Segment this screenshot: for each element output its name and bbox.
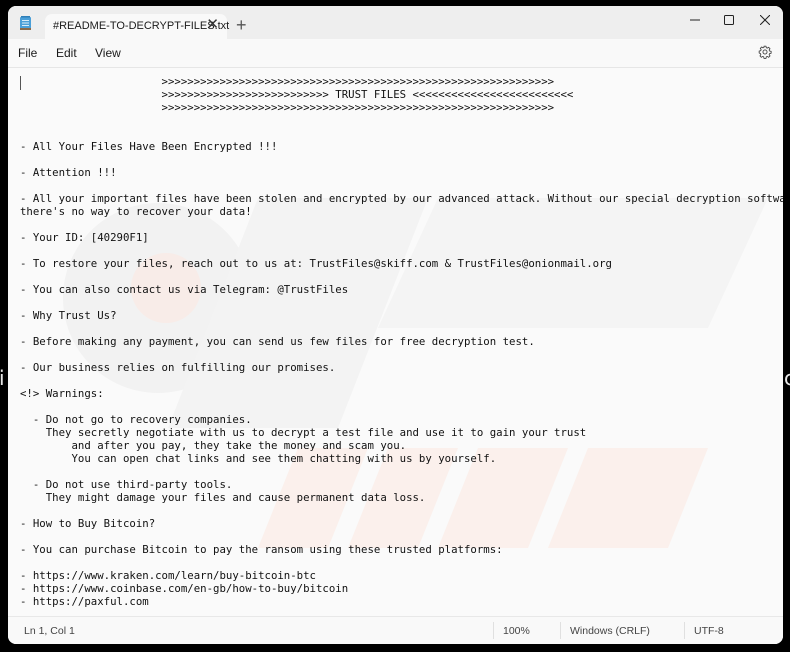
notepad-window: #README-TO-DECRYPT-FILES.txt ✕ + File Ed… bbox=[8, 6, 783, 644]
text-line bbox=[20, 244, 783, 257]
text-line: - You can also contact us via Telegram: … bbox=[20, 283, 349, 296]
text-editor[interactable]: >>>>>>>>>>>>>>>>>>>>>>>>>>>>>>>>>>>>>>>>… bbox=[8, 68, 783, 616]
zoom-level[interactable]: 100% bbox=[503, 625, 530, 637]
minimize-button[interactable] bbox=[678, 6, 712, 34]
text-line: - Do not go to recovery companies. bbox=[20, 413, 252, 426]
text-line bbox=[20, 296, 783, 309]
tab-readme[interactable]: #README-TO-DECRYPT-FILES.txt ✕ bbox=[45, 14, 230, 40]
text-line: - Attention !!! bbox=[20, 166, 117, 179]
close-tab-icon[interactable]: ✕ bbox=[206, 17, 219, 33]
text-line bbox=[20, 530, 783, 543]
text-line bbox=[20, 153, 783, 166]
text-line bbox=[20, 179, 783, 192]
text-line: <!> Warnings: bbox=[20, 387, 104, 400]
status-divider bbox=[684, 622, 685, 639]
text-line bbox=[20, 218, 783, 231]
text-line bbox=[20, 114, 783, 127]
title-bar[interactable]: #README-TO-DECRYPT-FILES.txt ✕ + bbox=[8, 6, 783, 40]
menu-edit[interactable]: Edit bbox=[56, 46, 77, 60]
text-line: - Why Trust Us? bbox=[20, 309, 117, 322]
new-tab-button[interactable]: + bbox=[236, 16, 247, 34]
text-line: - To restore your files, reach out to us… bbox=[20, 257, 612, 270]
text-line: - How to Buy Bitcoin? bbox=[20, 517, 156, 530]
status-divider bbox=[560, 622, 561, 639]
text-line bbox=[20, 556, 783, 569]
text-line: there's no way to recover your data! bbox=[20, 205, 252, 218]
text-line: >>>>>>>>>>>>>>>>>>>>>>>>>> TRUST FILES <… bbox=[20, 88, 574, 101]
background-text-fragment-left: i bbox=[0, 366, 5, 390]
status-bar: Ln 1, Col 1 100% Windows (CRLF) UTF-8 bbox=[8, 616, 783, 644]
text-line bbox=[20, 348, 783, 361]
close-icon bbox=[760, 15, 770, 25]
notepad-app-icon bbox=[20, 16, 31, 30]
text-line: - Do not use third-party tools. bbox=[20, 478, 233, 491]
cursor-position: Ln 1, Col 1 bbox=[24, 625, 75, 637]
text-line: - https://www.kraken.com/learn/buy-bitco… bbox=[20, 569, 316, 582]
text-line: and after you pay, they take the money a… bbox=[20, 439, 407, 452]
line-ending[interactable]: Windows (CRLF) bbox=[570, 625, 650, 637]
background-text-fragment-right: c bbox=[784, 366, 790, 390]
text-line: You can open chat links and see them cha… bbox=[20, 452, 497, 465]
tab-title: #README-TO-DECRYPT-FILES.txt bbox=[53, 20, 230, 32]
maximize-icon bbox=[724, 15, 734, 25]
text-line: - https://paxful.com bbox=[20, 595, 149, 608]
text-line: - https://www.coinbase.com/en-gb/how-to-… bbox=[20, 582, 349, 595]
text-line: - Your ID: [40290F1] bbox=[20, 231, 149, 244]
text-line bbox=[20, 465, 783, 478]
text-line: - Before making any payment, you can sen… bbox=[20, 335, 535, 348]
maximize-button[interactable] bbox=[712, 6, 746, 34]
encoding[interactable]: UTF-8 bbox=[694, 625, 724, 637]
text-line: >>>>>>>>>>>>>>>>>>>>>>>>>>>>>>>>>>>>>>>>… bbox=[20, 101, 555, 114]
text-line bbox=[20, 127, 783, 140]
text-line: - Our business relies on fulfilling our … bbox=[20, 361, 336, 374]
text-line: >>>>>>>>>>>>>>>>>>>>>>>>>>>>>>>>>>>>>>>>… bbox=[20, 75, 555, 88]
text-line bbox=[20, 374, 783, 387]
text-line: - All your important files have been sto… bbox=[20, 192, 783, 205]
text-line bbox=[20, 400, 783, 413]
menu-file[interactable]: File bbox=[18, 46, 37, 60]
close-window-button[interactable] bbox=[748, 6, 782, 34]
text-line: - You can purchase Bitcoin to pay the ra… bbox=[20, 543, 503, 556]
text-line bbox=[20, 270, 783, 283]
text-line bbox=[20, 322, 783, 335]
menu-view[interactable]: View bbox=[95, 46, 121, 60]
settings-gear-icon[interactable] bbox=[758, 45, 772, 59]
text-line: They secretly negotiate with us to decry… bbox=[20, 426, 587, 439]
text-line bbox=[20, 504, 783, 517]
text-line: They might damage your files and cause p… bbox=[20, 491, 426, 504]
menu-bar: File Edit View bbox=[8, 39, 783, 68]
minimize-icon bbox=[690, 19, 700, 21]
status-divider bbox=[493, 622, 494, 639]
document-text[interactable]: >>>>>>>>>>>>>>>>>>>>>>>>>>>>>>>>>>>>>>>>… bbox=[20, 75, 783, 608]
text-line: - All Your Files Have Been Encrypted !!! bbox=[20, 140, 278, 153]
